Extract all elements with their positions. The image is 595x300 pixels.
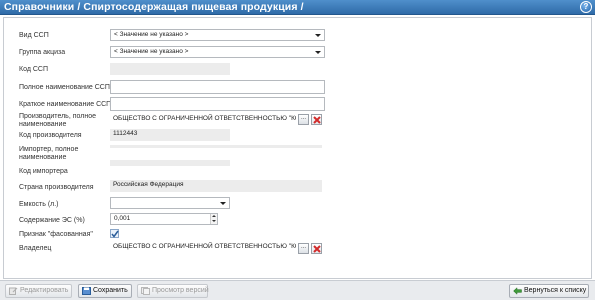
kod-proizvoditelya-field: 1112443 — [110, 129, 230, 141]
proizvoditel-delete-button[interactable] — [311, 114, 322, 125]
soderzhanie-label: Содержание ЭС (%) — [19, 217, 85, 224]
proizvoditel-pick-button[interactable]: ... — [298, 114, 309, 125]
fasovannaya-checkbox[interactable] — [110, 229, 119, 238]
versions-button[interactable]: Просмотр версий — [137, 284, 209, 298]
save-button-label: Сохранить — [93, 287, 128, 294]
spinner-up-icon — [212, 215, 216, 217]
proizvoditel-value: ОБЩЕСТВО С ОГРАНИЧЕННОЙ ОТВЕТСТВЕННОСТЬЮ… — [113, 115, 296, 122]
importer-field — [110, 145, 322, 148]
polnoe-naim-input[interactable] — [110, 80, 325, 94]
polnoe-naim-label: Полное наименование ССП — [19, 84, 110, 91]
strana-label: Страна производителя — [19, 184, 94, 191]
proizvoditel-label: Производитель, полное наименование — [19, 113, 96, 128]
back-arrow-icon — [513, 287, 522, 295]
vid-ssp-label: Вид ССП — [19, 32, 49, 39]
title-bar: Справочники / Спиртосодержащая пищевая п… — [0, 0, 595, 15]
fasovannaya-label: Признак "фасованная" — [19, 231, 93, 238]
back-to-list-button[interactable]: Вернуться к списку — [509, 284, 589, 298]
vladelec-value: ОБЩЕСТВО С ОГРАНИЧЕННОЙ ОТВЕТСТВЕННОСТЬЮ… — [113, 243, 296, 250]
kratkoe-naim-input[interactable] — [110, 97, 325, 111]
vid-ssp-select[interactable]: < Значение не указано > — [110, 29, 325, 41]
chevron-down-icon — [220, 202, 226, 205]
spinner-arrows-icon[interactable] — [210, 214, 217, 224]
save-button[interactable]: Сохранить — [78, 284, 132, 298]
vladelec-pick-button[interactable]: ... — [298, 243, 309, 254]
versions-button-label: Просмотр версий — [152, 287, 209, 294]
save-icon — [82, 287, 91, 295]
edit-button-label: Редактировать — [20, 287, 69, 294]
gruppa-akciza-value: < Значение не указано > — [114, 48, 189, 55]
kod-ssp-field — [110, 63, 230, 75]
strana-field: Российская Федерация — [110, 180, 322, 192]
vladelec-delete-button[interactable] — [311, 243, 322, 254]
vid-ssp-value: < Значение не указано > — [114, 31, 189, 38]
delete-x-icon — [313, 116, 321, 124]
chevron-down-icon — [315, 51, 321, 54]
gruppa-akciza-select[interactable]: < Значение не указано > — [110, 46, 325, 58]
kratkoe-naim-label: Краткое наименование ССП — [19, 101, 112, 108]
kod-importera-label: Код импортера — [19, 168, 68, 175]
emkost-label: Емкость (л.) — [19, 201, 59, 208]
kod-ssp-label: Код ССП — [19, 66, 48, 73]
help-icon[interactable]: ? — [580, 1, 592, 13]
delete-x-icon — [313, 245, 321, 253]
kod-proizvoditelya-label: Код производителя — [19, 132, 82, 139]
page-title: Справочники / Спиртосодержащая пищевая п… — [4, 1, 304, 13]
kod-importera-field — [110, 160, 230, 166]
chevron-down-icon — [315, 34, 321, 37]
checkmark-icon — [111, 230, 119, 238]
spinner-down-icon — [212, 220, 216, 222]
soderzhanie-input[interactable]: 0,001 — [110, 213, 218, 225]
gruppa-akciza-label: Группа акциза — [19, 49, 66, 56]
versions-icon — [141, 287, 150, 295]
importer-label: Импортер, полное наименование — [19, 146, 79, 161]
back-to-list-label: Вернуться к списку — [524, 287, 587, 294]
emkost-select[interactable] — [110, 197, 230, 209]
edit-icon — [9, 287, 18, 295]
soderzhanie-value: 0,001 — [114, 215, 131, 222]
bottom-toolbar: Редактировать Сохранить Просмотр версий … — [0, 280, 595, 300]
edit-button[interactable]: Редактировать — [5, 284, 72, 298]
vladelec-label: Владелец — [19, 245, 52, 252]
form-panel: Вид ССП < Значение не указано > Группа а… — [3, 17, 592, 279]
